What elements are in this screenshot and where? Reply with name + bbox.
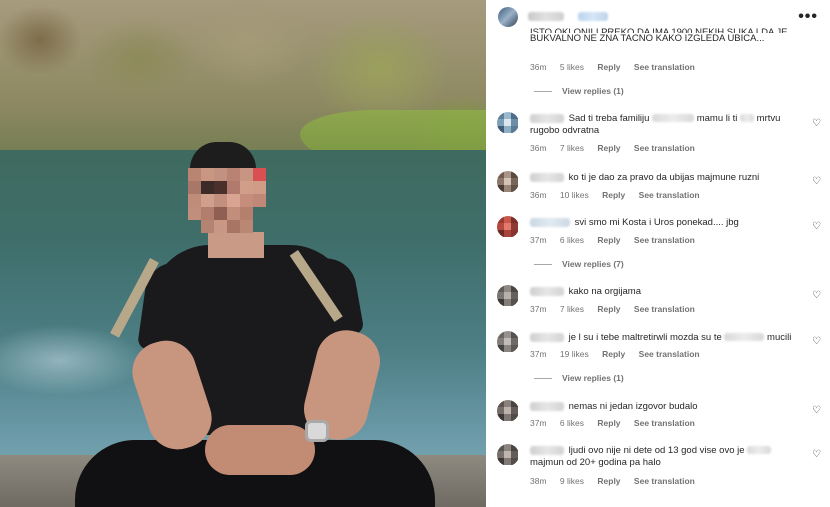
redacted-text bbox=[747, 446, 772, 455]
comment-likes[interactable]: 10 likes bbox=[560, 190, 589, 200]
comment-time: 37m bbox=[530, 349, 547, 359]
photo-person bbox=[0, 0, 486, 507]
comment-likes[interactable]: 6 likes bbox=[560, 235, 584, 245]
comment-text-part: je l su i tebe maltretirwli mozda su te bbox=[568, 332, 722, 343]
heart-outline-icon[interactable]: ♡ bbox=[812, 177, 821, 187]
commenter-avatar[interactable] bbox=[497, 112, 519, 134]
pixelated-face bbox=[188, 168, 266, 242]
heart-outline-icon[interactable]: ♡ bbox=[812, 291, 821, 301]
see-translation-link[interactable]: See translation bbox=[639, 190, 700, 200]
comment-likes[interactable]: 7 likes bbox=[560, 143, 584, 153]
comment-text-part: mamu li ti bbox=[696, 113, 738, 124]
comment-meta: 37m 6 likes Reply See translation bbox=[530, 418, 706, 428]
comment-time: 38m bbox=[530, 476, 547, 486]
comment-meta: 37m 6 likes Reply See translation bbox=[530, 235, 706, 245]
see-translation-link[interactable]: See translation bbox=[634, 304, 695, 314]
see-translation-link[interactable]: See translation bbox=[634, 62, 695, 72]
top-comment-meta: 36m 5 likes Reply See translation bbox=[530, 62, 706, 72]
view-replies-button[interactable]: View replies (1) bbox=[534, 86, 624, 96]
commenter-username-blurred[interactable] bbox=[530, 445, 564, 455]
commenter-avatar[interactable] bbox=[497, 331, 519, 353]
comment-time: 36m bbox=[530, 143, 547, 153]
person-hands bbox=[205, 425, 315, 475]
comment-likes[interactable]: 6 likes bbox=[560, 418, 584, 428]
comment-time: 37m bbox=[530, 418, 547, 428]
comment-likes[interactable]: 7 likes bbox=[560, 304, 584, 314]
reply-button[interactable]: Reply bbox=[597, 143, 620, 153]
redacted-text bbox=[724, 333, 765, 342]
comment-text-part: ko ti je dao za pravo da ubijas majmune … bbox=[568, 172, 760, 183]
post-author-avatar[interactable] bbox=[498, 7, 518, 27]
see-translation-link[interactable]: See translation bbox=[634, 143, 695, 153]
commenter-username-blurred[interactable] bbox=[530, 172, 564, 182]
reply-button[interactable]: Reply bbox=[597, 235, 620, 245]
comment-likes[interactable]: 9 likes bbox=[560, 476, 584, 486]
comment-meta: 37m 7 likes Reply See translation bbox=[530, 304, 706, 314]
comment-text-part: Sad ti treba familiju bbox=[568, 113, 650, 124]
view-replies-button[interactable]: View replies (1) bbox=[534, 373, 624, 383]
commenter-username-blurred[interactable] bbox=[530, 401, 564, 411]
reply-button[interactable]: Reply bbox=[597, 304, 620, 314]
comment-time: 37m bbox=[530, 235, 547, 245]
commenter-avatar[interactable] bbox=[497, 216, 519, 238]
comment-meta: 37m 19 likes Reply See translation bbox=[530, 349, 711, 359]
comments-panel: ••• ISTO OKLONILI PREKO DA IMA 1900 NEKI… bbox=[486, 0, 830, 507]
comment-text: Sad ti treba familiju mamu li ti mrtvu r… bbox=[530, 113, 800, 137]
comment-text-part: mucili bbox=[767, 332, 792, 343]
commenter-username-blurred[interactable] bbox=[530, 286, 564, 296]
reply-button[interactable]: Reply bbox=[597, 62, 620, 72]
top-comment-line: BUKVALNO NE ZNA TACNO KAKO IZGLEDA UBICA… bbox=[530, 33, 765, 44]
comment-text: ko ti je dao za pravo da ubijas majmune … bbox=[530, 172, 800, 184]
reply-button[interactable]: Reply bbox=[602, 190, 625, 200]
see-translation-link[interactable]: See translation bbox=[634, 235, 695, 245]
redacted-text bbox=[740, 114, 755, 123]
see-translation-link[interactable]: See translation bbox=[639, 349, 700, 359]
reply-button[interactable]: Reply bbox=[597, 476, 620, 486]
comment-likes[interactable]: 5 likes bbox=[560, 62, 584, 72]
comment-text-part: nemas ni jedan izgovor budalo bbox=[568, 401, 698, 412]
heart-outline-icon[interactable]: ♡ bbox=[812, 337, 821, 347]
top-comment-text: ISTO OKLONILI PREKO DA IMA 1900 NEKIH SL… bbox=[530, 27, 800, 45]
comment-text-part: majmun od 20+ godina pa halo bbox=[530, 457, 661, 468]
comment-time: 37m bbox=[530, 304, 547, 314]
redacted-text bbox=[652, 114, 695, 123]
comment-text-part: svi smo mi Kosta i Uros ponekad.... jbg bbox=[574, 217, 739, 228]
commenter-username-blurred[interactable] bbox=[530, 217, 570, 227]
heart-outline-icon[interactable]: ♡ bbox=[812, 222, 821, 232]
comment-meta: 38m 9 likes Reply See translation bbox=[530, 476, 706, 486]
reply-button[interactable]: Reply bbox=[602, 349, 625, 359]
heart-outline-icon[interactable]: ♡ bbox=[812, 119, 821, 129]
commenter-username-blurred[interactable] bbox=[530, 113, 564, 123]
heart-outline-icon[interactable]: ♡ bbox=[812, 450, 821, 460]
comment-text-part: kako na orgijama bbox=[568, 286, 641, 297]
comment-text: nemas ni jedan izgovor budalo bbox=[530, 401, 800, 413]
heart-outline-icon[interactable]: ♡ bbox=[812, 406, 821, 416]
wristwatch bbox=[305, 420, 329, 442]
post-photo[interactable] bbox=[0, 0, 486, 507]
comment-time: 36m bbox=[530, 62, 547, 72]
follow-link-blurred[interactable] bbox=[578, 12, 608, 21]
comment-text: kako na orgijama bbox=[530, 286, 800, 298]
commenter-avatar[interactable] bbox=[497, 400, 519, 422]
see-translation-link[interactable]: See translation bbox=[634, 476, 695, 486]
more-options-icon[interactable]: ••• bbox=[798, 9, 818, 25]
see-translation-link[interactable]: See translation bbox=[634, 418, 695, 428]
post-author-username-blurred[interactable] bbox=[528, 12, 564, 21]
commenter-avatar[interactable] bbox=[497, 444, 519, 466]
comment-meta: 36m 7 likes Reply See translation bbox=[530, 143, 706, 153]
comment-text-part: ljudi ovo nije ni dete od 13 god vise ov… bbox=[568, 445, 745, 456]
commenter-avatar[interactable] bbox=[497, 171, 519, 193]
reply-button[interactable]: Reply bbox=[597, 418, 620, 428]
comment-time: 36m bbox=[530, 190, 547, 200]
comment-text: svi smo mi Kosta i Uros ponekad.... jbg bbox=[530, 217, 800, 229]
commenter-username-blurred[interactable] bbox=[530, 332, 564, 342]
comment-text: je l su i tebe maltretirwli mozda su te … bbox=[530, 332, 800, 344]
comment-likes[interactable]: 19 likes bbox=[560, 349, 589, 359]
view-replies-button[interactable]: View replies (7) bbox=[534, 259, 624, 269]
comment-meta: 36m 10 likes Reply See translation bbox=[530, 190, 711, 200]
comment-text: ljudi ovo nije ni dete od 13 god vise ov… bbox=[530, 445, 800, 469]
commenter-avatar[interactable] bbox=[497, 285, 519, 307]
